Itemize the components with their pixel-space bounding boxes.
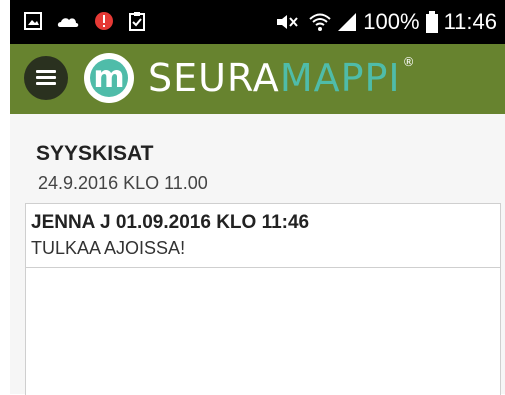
cloud-icon — [57, 18, 79, 27]
wifi-icon — [309, 13, 331, 31]
message-author-date: JENNA J 01.09.2016 KLO 11:46 — [31, 212, 310, 233]
brand-part-1: SEURA — [148, 56, 280, 100]
clipboard-icon — [129, 12, 145, 31]
app-bar: m SEURA MAPPI ® — [10, 44, 505, 114]
event-title: SYYSKISAT — [36, 142, 154, 165]
message-text: TULKAA AJOISSA! — [31, 238, 186, 258]
battery-percent: 100% — [363, 9, 420, 34]
brand-name: SEURA MAPPI ® — [148, 53, 416, 103]
image-icon — [24, 12, 42, 30]
clock: 11:46 — [443, 9, 497, 34]
brand-part-2: MAPPI — [279, 56, 401, 100]
status-right: 100% 11:46 — [275, 9, 497, 35]
mute-icon — [277, 15, 299, 29]
status-bar: 100% 11:46 — [10, 0, 505, 44]
battery-icon — [425, 11, 438, 33]
message-list[interactable]: JENNA J 01.09.2016 KLO 11:46 TULKAA AJOI… — [25, 203, 501, 395]
logo-badge-icon: m — [84, 53, 134, 103]
registered-mark: ® — [402, 55, 416, 69]
message-divider — [26, 267, 500, 268]
status-left-icons — [24, 11, 146, 31]
alert-icon — [95, 12, 113, 30]
app-screen: 100% 11:46 m SEURA MAPPI ® SYYSKISAT 24.… — [0, 0, 505, 395]
logo-letter: m — [90, 59, 128, 97]
brand-logo: m SEURA MAPPI ® — [84, 53, 416, 103]
signal-icon — [338, 13, 357, 31]
event-date: 24.9.2016 KLO 11.00 — [38, 173, 208, 193]
hamburger-icon — [36, 70, 56, 86]
menu-button[interactable] — [24, 56, 68, 100]
